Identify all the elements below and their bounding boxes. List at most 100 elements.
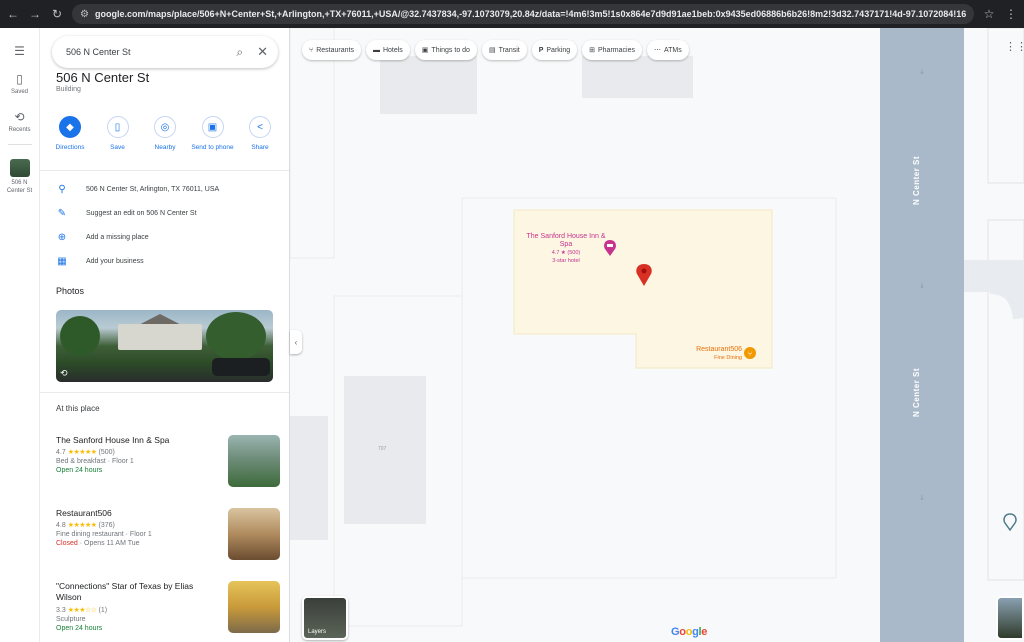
forward-icon[interactable]: → [28,7,42,21]
direction-arrow: ↓ [919,68,925,76]
close-icon[interactable]: ✕ [257,44,268,60]
pharmacy-icon: ⊞ [589,47,595,54]
fork-icon: ⑂ [748,350,752,358]
map-canvas[interactable]: ↓ ↓ ↓ ⑂ N Center St N Center St The Sanf… [290,28,1024,642]
list-item[interactable]: The Sanford House Inn & Spa 4.7 ★★★★★ (5… [56,435,280,487]
bookmark-icon: ▯ [106,116,129,138]
apps-grid-icon[interactable]: ⋮⋮ [1005,40,1024,53]
building [582,56,693,98]
phone-icon: ▣ [201,116,224,138]
list-item[interactable]: "Connections" Star of Texas by Elias Wil… [56,581,280,633]
saved-button[interactable]: ▯ Saved [0,72,39,96]
chip-label: Pharmacies [598,46,635,54]
menu-button[interactable]: ☰ [0,44,39,58]
rating-stars: ★★★★★ [67,522,97,530]
chip-things-to-do[interactable]: ▣ Things to do [414,40,477,60]
building [380,56,477,114]
hotel-rating-label: 4.7 ★ (500) [551,250,581,256]
chip-label: Restaurants [316,46,354,54]
building [290,416,328,540]
street-view-photo[interactable]: ⟲ [56,310,273,382]
save-button[interactable]: ▯ Save [96,116,140,152]
chip-restaurants[interactable]: ⑂ Restaurants [302,40,361,60]
nearby-button[interactable]: ◎ Nearby [143,116,187,152]
place-thumbnail [228,435,280,487]
place-marker-icon[interactable] [1003,513,1017,532]
chip-label: Transit [498,46,520,54]
place-name: "Connections" Star of Texas by Elias Wil… [56,581,194,603]
street-label: N Center St [912,367,922,418]
history-icon: ⟲ [14,110,25,125]
more-options-icon[interactable]: ⋮ [1004,7,1018,21]
chip-label: Hotels [382,46,403,54]
recents-button[interactable]: ⟲ Recents [0,110,39,134]
parking-icon: P [538,46,544,54]
address-bar[interactable]: ⚙ google.com/maps/place/506+N+Center+St,… [72,4,974,24]
add-missing-place-row[interactable]: ⊕ Add a missing place [56,232,149,243]
side-road-curve [989,272,1024,320]
photos-heading: Photos [56,286,85,296]
chip-atms[interactable]: ⋯ ATMs [646,40,689,60]
rating-stars: ★★★☆☆ [67,606,97,614]
add-business-row[interactable]: ▦ Add your business [56,256,144,267]
search-input[interactable]: 506 N Center St [66,47,228,57]
share-icon: < [249,116,271,138]
divider [40,392,289,393]
bus-icon: ▤ [488,47,496,54]
hotel-label[interactable]: The Sanford House Inn & Spa [526,233,606,250]
hotel-type-label: 3-star hotel [552,258,580,264]
collapse-panel-button[interactable]: ‹ [290,330,302,354]
recent-place-thumbnail [9,159,30,178]
photo-tree [206,312,266,360]
nearby-icon: ◎ [154,116,176,138]
suggest-edit-row[interactable]: ✎ Suggest an edit on 506 N Center St [56,208,197,219]
chip-transit[interactable]: ▤ Transit [481,40,527,60]
category-chips: ⑂ Restaurants ▬ Hotels ▣ Things to do ▤ Tran… [302,40,689,60]
add-business-text: Add your business [86,258,144,265]
share-button[interactable]: < Share [238,116,282,152]
send-to-phone-button[interactable]: ▣ Send to phone [191,116,235,152]
layers-button[interactable]: Layers [302,596,348,640]
address-row[interactable]: ⚲ 506 N Center St, Arlington, TX 76011, … [56,184,219,195]
bed-icon: ▬ [372,46,380,54]
menu-icon: ☰ [14,44,25,58]
list-item[interactable]: Restaurant506 4.8 ★★★★★ (376) Fine dinin… [56,508,280,560]
url-text: google.com/maps/place/506+N+Center+St,+A… [94,9,966,19]
browser-toolbar: ← → ↻ ⚙ google.com/maps/place/506+N+Cent… [0,0,1024,28]
recent-place-label: 506 N Center St [6,180,33,194]
divider [40,170,289,171]
site-info-icon[interactable]: ⚙ [80,9,89,20]
parcel-outline [290,28,335,259]
direction-arrow: ↓ [919,494,925,502]
google-logo: Google [671,626,708,638]
saved-label: Saved [10,89,28,95]
place-thumbnail [228,508,280,560]
chip-parking[interactable]: P Parking [531,40,578,60]
street-view-360-icon: ⟲ [60,368,68,378]
place-category: Building [56,86,81,93]
search-icon[interactable]: ⌕ [236,45,243,60]
bookmark-star-icon[interactable]: ☆ [982,7,996,21]
directions-button[interactable]: ◆ Directions [48,116,92,152]
road-n-center-st [880,28,964,642]
search-box[interactable]: 506 N Center St ⌕ ✕ [52,36,278,68]
bed-icon [607,244,613,247]
at-this-place-heading: At this place [56,404,100,413]
chip-label: Parking [546,46,571,54]
chip-label: Things to do [431,46,470,54]
back-icon[interactable]: ← [6,7,20,21]
chip-hotels[interactable]: ▬ Hotels [365,40,410,60]
recents-label: Recents [8,127,31,134]
recent-place-button[interactable]: 506 N Center St [0,159,39,194]
street-view-thumbnail[interactable] [996,596,1024,640]
side-rail: ☰ ▯ Saved ⟲ Recents 506 N Center St [0,28,40,642]
location-pin-icon: ⚲ [58,184,66,195]
photo-house [118,324,202,350]
address-text: 506 N Center St, Arlington, TX 76011, US… [86,186,220,193]
reload-icon[interactable]: ↻ [50,7,64,21]
building-number: 707 [378,446,387,452]
chip-pharmacies[interactable]: ⊞ Pharmacies [582,40,642,60]
restaurant-label[interactable]: Restaurant506 [670,346,742,353]
suggest-edit-text: Suggest an edit on 506 N Center St [86,210,197,217]
place-thumbnail [228,581,280,633]
